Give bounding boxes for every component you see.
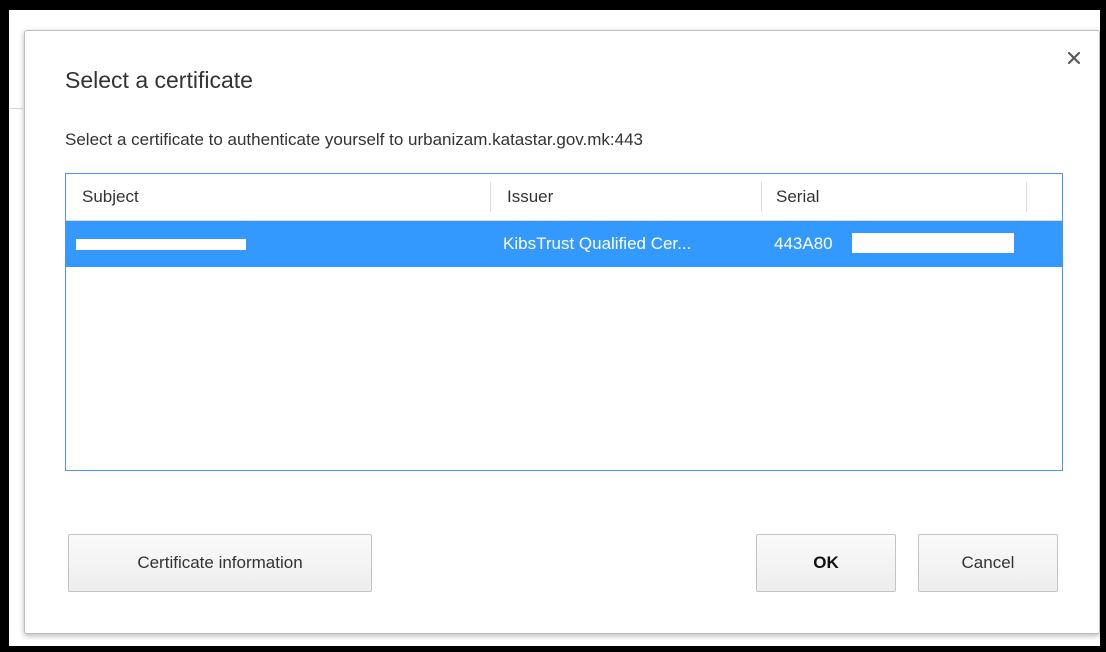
redaction-subject <box>76 239 246 250</box>
dialog-subtitle: Select a certificate to authenticate you… <box>65 130 643 149</box>
column-header-issuer[interactable]: Issuer <box>491 174 761 220</box>
column-header-serial[interactable]: Serial <box>762 174 1026 220</box>
close-icon <box>1067 51 1081 65</box>
background-divider-left <box>9 108 23 109</box>
cancel-button[interactable]: Cancel <box>918 534 1058 592</box>
column-separator[interactable] <box>1026 182 1027 212</box>
redaction-serial <box>852 233 1014 253</box>
column-header-subject[interactable]: Subject <box>66 174 490 220</box>
certificate-table[interactable]: Subject Issuer Serial KibsTrust Qualifie… <box>65 173 1063 471</box>
certificate-information-button[interactable]: Certificate information <box>68 534 372 592</box>
table-row-selected[interactable]: KibsTrust Qualified Cer... 443A80 <box>66 221 1062 267</box>
cell-issuer: KibsTrust Qualified Cer... <box>503 234 692 253</box>
select-certificate-dialog: Select a certificate Select a certificat… <box>24 30 1100 634</box>
dialog-title: Select a certificate <box>65 67 253 93</box>
table-header: Subject Issuer Serial <box>66 174 1062 221</box>
ok-button[interactable]: OK <box>756 534 896 592</box>
close-button[interactable] <box>1061 45 1087 71</box>
